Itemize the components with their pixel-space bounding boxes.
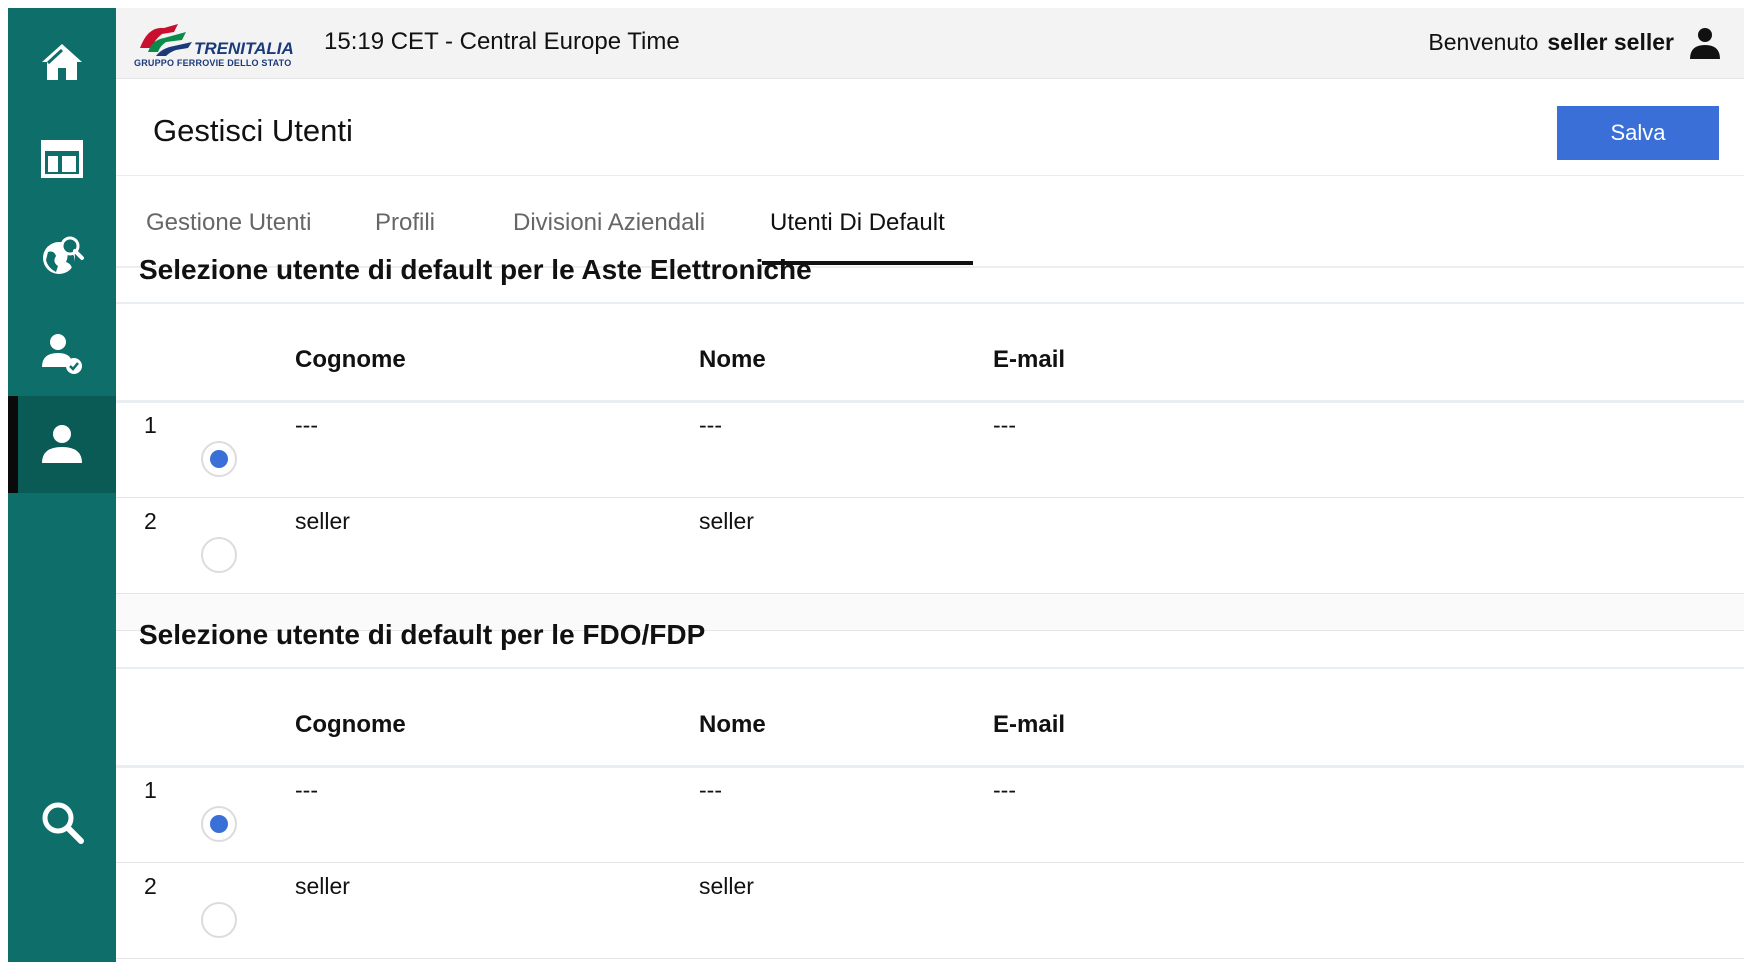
page-header: Gestisci Utenti Salva [116,79,1744,176]
cell-nome: seller [699,873,754,899]
cell-email: --- [993,412,1016,438]
divider [116,958,1744,959]
divider [116,302,1744,304]
cell-nome: seller [699,508,754,534]
section-title-fdo-fdp: Selezione utente di default per le FDO/F… [139,619,706,650]
divider [116,400,1744,403]
column-header-email: E-mail [993,346,1066,373]
app-frame: TRENITALIA GRUPPO FERROVIE DELLO STATO 1… [8,8,1744,962]
divider [116,497,1744,498]
user-account-icon[interactable] [1688,26,1722,60]
column-header-email: E-mail [993,711,1066,738]
cell-nome: --- [699,777,722,803]
save-button[interactable]: Salva [1557,106,1719,160]
radio-fdo-row-2[interactable] [201,902,237,938]
brand-text: TRENITALIA [194,39,294,58]
tab-gestione-utenti[interactable]: Gestione Utenti [146,209,311,237]
layout-icon [41,140,83,178]
divider [116,862,1744,863]
section-title-aste: Selezione utente di default per le Aste … [139,254,812,285]
sidebar [8,8,116,962]
cell-cognome: --- [295,777,318,803]
clock-text: 15:19 CET - Central Europe Time [324,28,680,55]
search-icon [42,802,84,844]
row-index: 1 [144,777,157,803]
user-name[interactable]: seller seller [1547,29,1674,56]
row-index: 2 [144,508,157,534]
brand-subtitle: GRUPPO FERROVIE DELLO STATO [134,58,292,68]
cell-cognome: --- [295,412,318,438]
column-header-cognome: Cognome [295,711,406,738]
sidebar-item-search[interactable] [8,768,116,876]
top-bar: TRENITALIA GRUPPO FERROVIE DELLO STATO 1… [116,8,1744,79]
cell-nome: --- [699,412,722,438]
column-header-nome: Nome [699,711,766,738]
column-header-cognome: Cognome [295,346,406,373]
sidebar-item-global-search[interactable] [8,202,116,310]
tab-divisioni-aziendali[interactable]: Divisioni Aziendali [513,209,705,237]
welcome-text: Benvenuto seller seller [1428,29,1674,56]
globe-search-icon [43,236,84,274]
cell-email: --- [993,777,1016,803]
divider [116,667,1744,669]
tab-profili[interactable]: Profili [375,209,435,237]
user-check-icon [42,334,82,374]
page-title: Gestisci Utenti [153,113,353,148]
tab-utenti-di-default[interactable]: Utenti Di Default [770,209,945,237]
cell-cognome: seller [295,873,350,899]
welcome-label: Benvenuto [1428,29,1539,55]
column-header-nome: Nome [699,346,766,373]
sidebar-item-user-approve[interactable] [8,299,116,407]
sidebar-item-users[interactable] [8,396,116,493]
radio-aste-row-1[interactable] [201,441,237,477]
row-index: 1 [144,412,157,438]
sidebar-item-dashboard[interactable] [8,105,116,213]
cell-cognome: seller [295,508,350,534]
radio-aste-row-2[interactable] [201,537,237,573]
home-icon [42,44,82,80]
row-index: 2 [144,873,157,899]
divider [116,765,1744,768]
sidebar-item-home[interactable] [8,8,116,116]
user-icon [42,424,82,463]
radio-fdo-row-1[interactable] [201,806,237,842]
